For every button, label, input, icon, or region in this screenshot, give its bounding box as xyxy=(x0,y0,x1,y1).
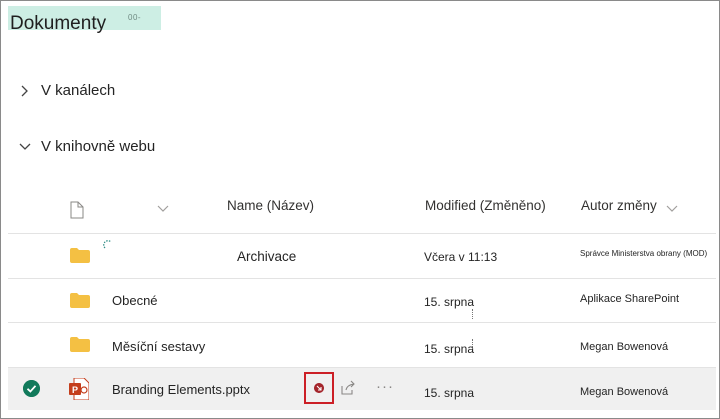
row-name[interactable]: Obecné xyxy=(112,293,158,308)
file-type-header-icon[interactable] xyxy=(70,201,84,219)
table-row[interactable]: Obecné 15. srpna Aplikace SharePoint xyxy=(8,278,716,321)
annotation-highlight-box xyxy=(304,372,334,404)
title-tag: 00- xyxy=(128,13,142,22)
row-author: Megan Bowenová xyxy=(580,341,669,353)
sync-status-icon[interactable] xyxy=(314,383,324,393)
table-row-selected[interactable]: P Branding Elements.pptx ··· 15. srpna M… xyxy=(8,367,716,410)
column-header-modified[interactable]: Modified (Změněno) xyxy=(425,198,546,213)
row-name[interactable]: Měsíční sestavy xyxy=(112,339,205,354)
svg-text:P: P xyxy=(72,385,78,395)
section-channels[interactable]: V kanálech xyxy=(18,82,115,99)
section-site-library-label: V knihovně webu xyxy=(41,138,156,155)
row-author: Megan Bowenová xyxy=(580,386,669,398)
chevron-down-icon[interactable] xyxy=(157,205,169,213)
row-name[interactable]: Archivace xyxy=(237,249,296,264)
loading-spinner-icon xyxy=(103,240,112,249)
table-row[interactable]: Měsíční sestavy 15. srpna Megan Bowenová xyxy=(8,322,716,365)
row-modified: 15. srpna xyxy=(424,295,475,309)
folder-icon xyxy=(70,293,90,308)
chevron-down-icon xyxy=(19,143,31,150)
more-options-icon[interactable]: ··· xyxy=(376,378,394,395)
checkmark-circle-icon[interactable] xyxy=(23,380,40,397)
column-header-name[interactable]: Name (Název) xyxy=(227,198,314,213)
page-title: Dokumenty xyxy=(10,13,107,34)
row-modified: 15. srpna xyxy=(424,386,475,400)
chevron-down-icon[interactable] xyxy=(666,205,678,213)
section-channels-label: V kanálech xyxy=(41,82,116,99)
folder-icon xyxy=(70,337,90,352)
share-icon[interactable] xyxy=(340,380,356,396)
section-site-library[interactable]: V knihovně webu xyxy=(18,138,155,155)
row-author: Aplikace SharePoint xyxy=(580,293,680,305)
text-cursor xyxy=(472,309,475,319)
text-cursor xyxy=(472,339,475,349)
chevron-right-icon xyxy=(21,85,28,96)
row-modified: Včera v 11:13 xyxy=(424,250,498,264)
folder-icon xyxy=(70,248,90,263)
row-modified: 15. srpna xyxy=(424,342,475,356)
table-row[interactable]: Archivace Včera v 11:13 Správce Minister… xyxy=(8,233,716,276)
column-header-author[interactable]: Autor změny xyxy=(581,198,657,213)
row-name[interactable]: Branding Elements.pptx xyxy=(112,382,250,397)
row-author: Správce Ministerstva obrany (MOD) xyxy=(580,249,708,258)
powerpoint-file-icon: P xyxy=(69,378,89,400)
